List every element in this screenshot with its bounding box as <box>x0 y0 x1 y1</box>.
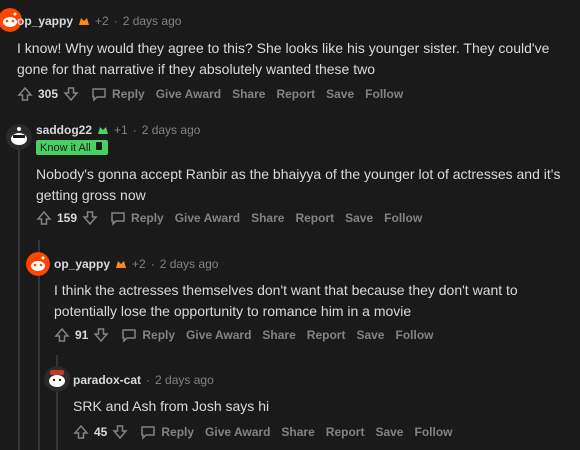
give-award-button[interactable]: Give Award <box>175 211 240 225</box>
reply-button[interactable]: Reply <box>131 211 164 225</box>
flair-label: Know it All <box>40 141 91 154</box>
give-award-button[interactable]: Give Award <box>186 328 251 342</box>
comment-body: SRK and Ash from Josh says hi <box>73 398 270 414</box>
timestamp[interactable]: 2 days ago <box>155 373 214 387</box>
share-button[interactable]: Share <box>232 87 265 101</box>
vote-count: 159 <box>57 211 78 225</box>
reply-icon[interactable] <box>110 210 126 226</box>
upvote-icon[interactable] <box>73 424 89 440</box>
username[interactable]: op_yappy <box>54 257 110 271</box>
reply-icon[interactable] <box>91 86 107 102</box>
follow-button[interactable]: Follow <box>384 211 422 225</box>
comment-body: I know! Why would they agree to this? Sh… <box>17 40 550 77</box>
share-button[interactable]: Share <box>262 328 295 342</box>
reply-button[interactable]: Reply <box>142 328 175 342</box>
user-flair-badge: Know it All <box>36 140 108 155</box>
save-button[interactable]: Save <box>356 328 384 342</box>
downvote-icon[interactable] <box>63 86 79 102</box>
vote-count: 91 <box>75 328 89 342</box>
upvote-icon[interactable] <box>17 86 33 102</box>
flair-icon <box>115 258 127 270</box>
separator: · <box>113 14 118 28</box>
save-button[interactable]: Save <box>345 211 373 225</box>
username[interactable]: saddog22 <box>36 123 92 137</box>
comment-body: I think the actresses themselves don't w… <box>54 282 518 319</box>
comment-actions: 159 Reply Give Award Share Report Save F… <box>36 210 433 226</box>
follow-button[interactable]: Follow <box>414 425 452 439</box>
avatar[interactable] <box>6 124 32 150</box>
karma: +2 <box>95 14 109 28</box>
downvote-icon[interactable] <box>93 327 109 343</box>
reply-button[interactable]: Reply <box>161 425 194 439</box>
flair-icon <box>97 124 109 136</box>
save-button[interactable]: Save <box>326 87 354 101</box>
timestamp[interactable]: 2 days ago <box>142 123 201 137</box>
comment-actions: 91 Reply Give Award Share Report Save Fo… <box>54 327 444 343</box>
report-button[interactable]: Report <box>276 87 315 101</box>
username[interactable]: paradox-cat <box>73 373 141 387</box>
separator: · <box>150 257 155 271</box>
report-button[interactable]: Report <box>307 328 346 342</box>
save-button[interactable]: Save <box>375 425 403 439</box>
vote-count: 305 <box>38 87 59 101</box>
separator: · <box>146 373 151 387</box>
comment-actions: 45 Reply Give Award Share Report Save Fo… <box>73 424 463 440</box>
share-button[interactable]: Share <box>281 425 314 439</box>
report-button[interactable]: Report <box>326 425 365 439</box>
report-button[interactable]: Report <box>295 211 334 225</box>
thread-line[interactable] <box>18 150 20 450</box>
comment-body: Nobody's gonna accept Ranbir as the bhai… <box>36 166 561 203</box>
karma: +2 <box>132 257 146 271</box>
upvote-icon[interactable] <box>36 210 52 226</box>
downvote-icon[interactable] <box>112 424 128 440</box>
downvote-icon[interactable] <box>82 210 98 226</box>
follow-button[interactable]: Follow <box>365 87 403 101</box>
username[interactable]: op_yappy <box>17 14 73 28</box>
share-button[interactable]: Share <box>251 211 284 225</box>
karma: +1 <box>114 123 128 137</box>
give-award-button[interactable]: Give Award <box>205 425 270 439</box>
timestamp[interactable]: 2 days ago <box>160 257 219 271</box>
flair-emoji-icon <box>94 141 104 154</box>
avatar[interactable] <box>44 366 70 392</box>
reply-icon[interactable] <box>140 424 156 440</box>
reply-icon[interactable] <box>121 327 137 343</box>
reply-button[interactable]: Reply <box>112 87 145 101</box>
timestamp[interactable]: 2 days ago <box>123 14 182 28</box>
follow-button[interactable]: Follow <box>395 328 433 342</box>
avatar[interactable] <box>26 252 50 276</box>
vote-count: 45 <box>94 425 108 439</box>
give-award-button[interactable]: Give Award <box>156 87 221 101</box>
flair-icon <box>78 15 90 27</box>
separator: · <box>132 123 137 137</box>
comment-actions: 305 Reply Give Award Share Report Save F… <box>17 86 414 102</box>
upvote-icon[interactable] <box>54 327 70 343</box>
